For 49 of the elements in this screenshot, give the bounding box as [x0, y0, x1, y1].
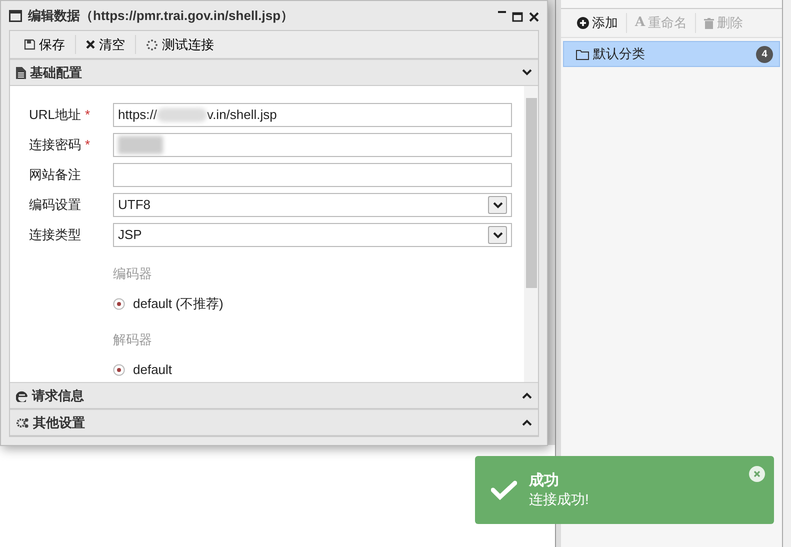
folder-icon	[576, 48, 589, 60]
window-icon	[9, 10, 22, 22]
field-label: 编码设置	[29, 196, 81, 214]
file-icon	[16, 66, 26, 78]
maximize-icon	[512, 12, 523, 22]
input-field[interactable]	[113, 133, 512, 157]
select-field[interactable]: JSP	[113, 223, 512, 247]
clear-button[interactable]: 清空	[76, 34, 136, 54]
close-icon	[86, 40, 95, 49]
chevron-up-icon	[522, 419, 532, 426]
check-icon	[491, 480, 517, 500]
letter-icon: A	[635, 13, 646, 33]
save-icon	[24, 39, 35, 50]
input-field[interactable]	[113, 163, 512, 187]
edge-icon	[16, 390, 28, 402]
section-header[interactable]: 其他设置	[10, 409, 538, 436]
select-field[interactable]: UTF8	[113, 193, 512, 217]
section-header[interactable]: 基础配置	[10, 59, 538, 86]
input-field[interactable]: https:// v.in/shell.jsp	[113, 103, 512, 127]
chevron-down-icon	[492, 202, 502, 208]
trash-icon	[704, 18, 714, 28]
group-title: 解码器	[113, 331, 153, 349]
close-icon	[529, 12, 539, 22]
field-label: 连接类型	[29, 226, 81, 244]
test-button[interactable]: 测试连接	[136, 34, 224, 54]
required-mark: *	[85, 106, 90, 124]
gears-icon	[16, 416, 29, 428]
minimize-icon	[498, 11, 506, 14]
required-mark: *	[85, 136, 90, 154]
radio-option[interactable]: default (不推荐)	[113, 292, 524, 316]
add-icon	[577, 17, 589, 29]
field-label: 网站备注	[29, 166, 81, 184]
radio-option[interactable]: default	[113, 358, 524, 382]
field-label: 连接密码	[29, 136, 81, 154]
group-title: 编码器	[113, 265, 153, 283]
chevron-down-icon	[492, 232, 502, 238]
chevron-down-icon	[522, 69, 532, 76]
window-title: 编辑数据（https://pmr.trai.gov.in/shell.jsp）	[28, 6, 294, 25]
toast-title: 成功	[529, 472, 560, 490]
save-button[interactable]: 保存	[14, 34, 76, 54]
toast-message: 连接成功!	[529, 490, 589, 508]
section-header[interactable]: 请求信息	[10, 382, 538, 409]
spinner-icon	[146, 38, 158, 50]
category-item[interactable]: 默认分类 4	[563, 41, 780, 67]
count-badge: 4	[756, 46, 773, 62]
add-button[interactable]: 添加	[569, 13, 627, 33]
close-icon	[749, 466, 765, 482]
field-label: URL地址	[29, 106, 82, 124]
chevron-up-icon	[522, 392, 532, 399]
